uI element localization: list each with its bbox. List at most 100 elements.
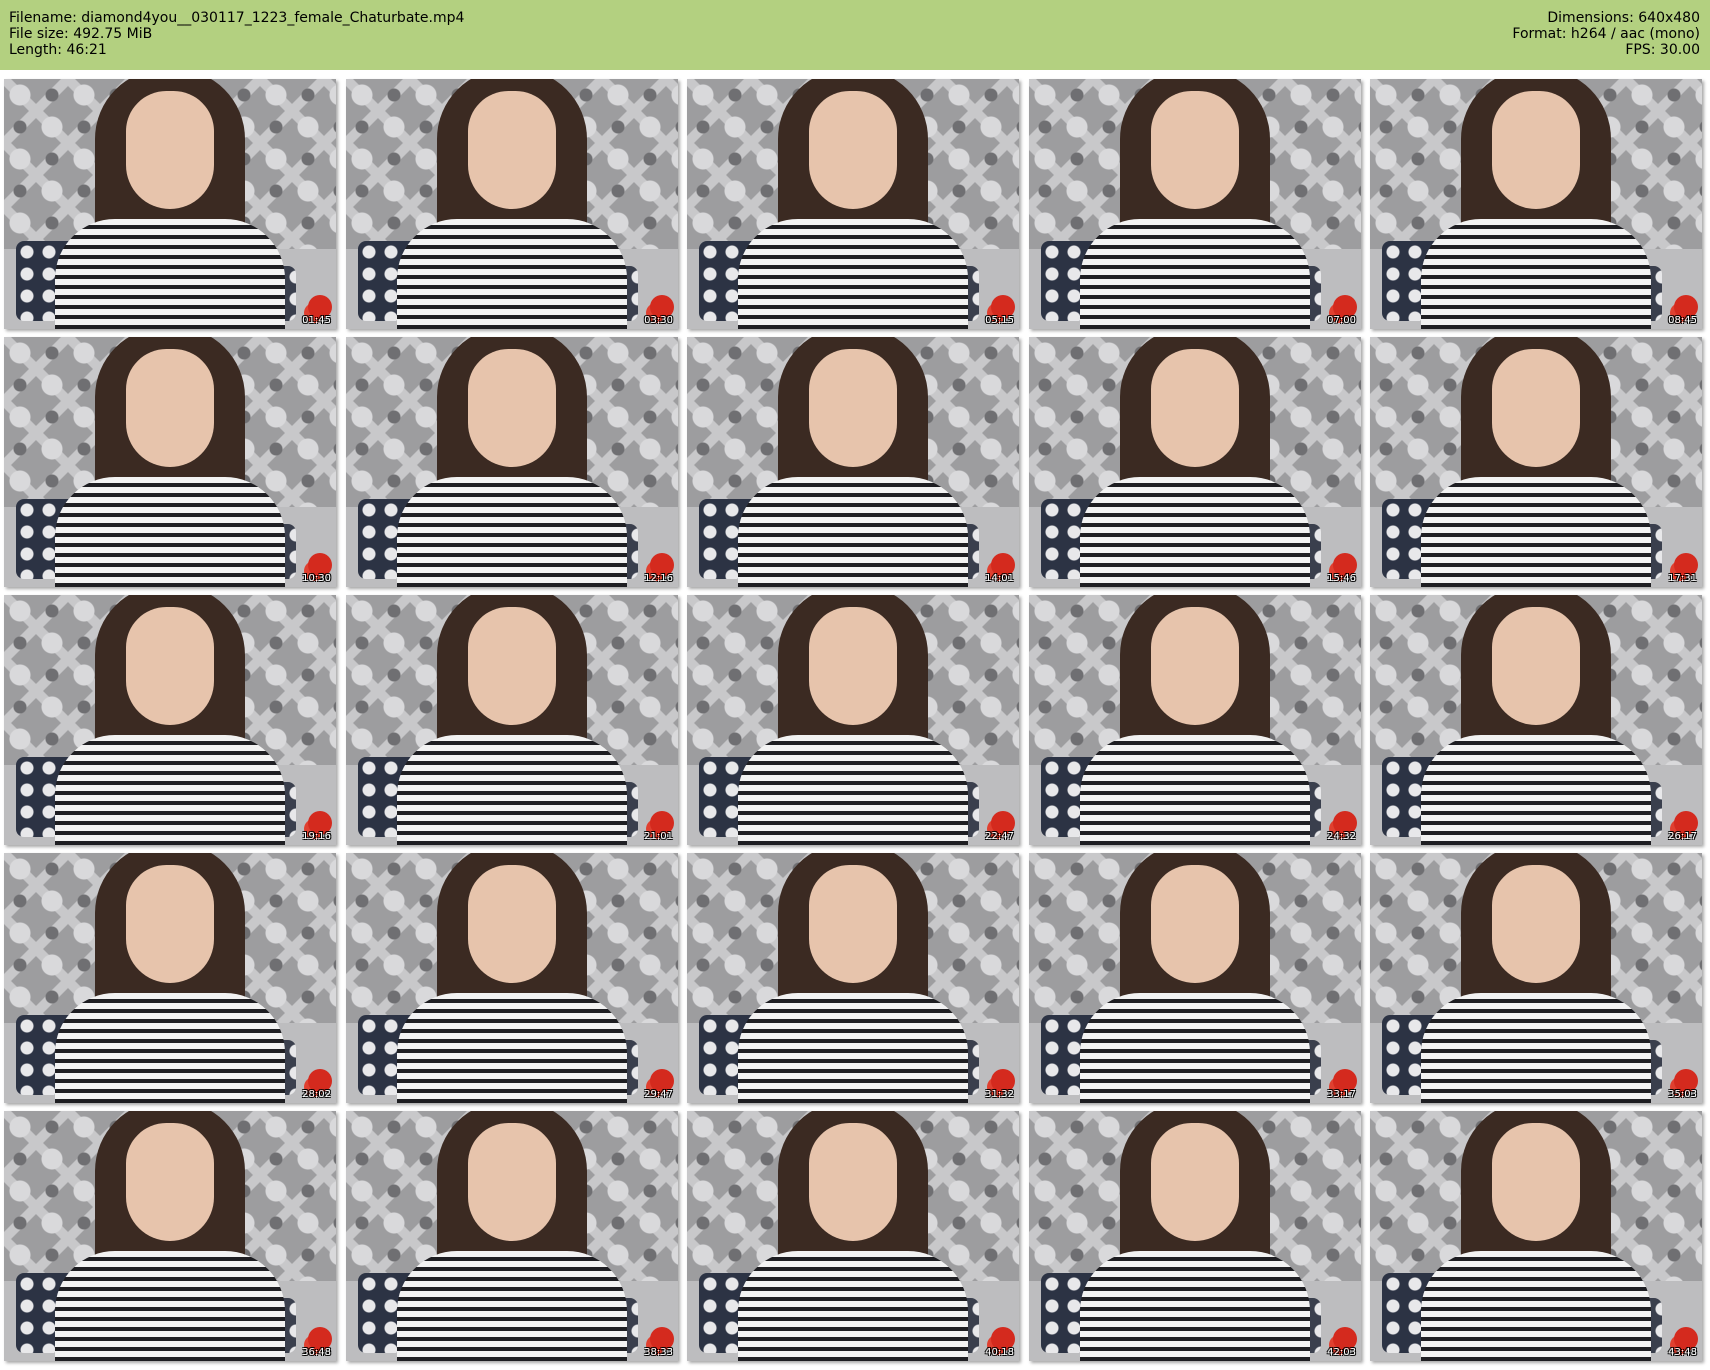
video-thumbnail: 26:17 bbox=[1370, 595, 1702, 845]
striped-top bbox=[738, 477, 968, 587]
filename-text: Filename: diamond4you__030117_1223_femal… bbox=[9, 10, 465, 26]
video-thumbnail: 15:46 bbox=[1029, 337, 1361, 587]
timestamp-label: 19:16 bbox=[302, 831, 331, 842]
face bbox=[1151, 865, 1239, 983]
timestamp-label: 29:47 bbox=[644, 1089, 673, 1100]
striped-top bbox=[1421, 993, 1651, 1103]
format-text: Format: h264 / aac (mono) bbox=[1512, 26, 1700, 42]
striped-top bbox=[1421, 735, 1651, 845]
striped-top bbox=[397, 219, 627, 329]
striped-top bbox=[397, 993, 627, 1103]
timestamp-label: 10:30 bbox=[302, 573, 331, 584]
timestamp-label: 07:00 bbox=[1327, 315, 1356, 326]
video-thumbnail: 14:01 bbox=[687, 337, 1019, 587]
face bbox=[468, 607, 556, 725]
video-thumbnail: 31:32 bbox=[687, 853, 1019, 1103]
timestamp-label: 43:48 bbox=[1668, 1347, 1697, 1358]
face bbox=[468, 349, 556, 467]
video-thumbnail: 29:47 bbox=[346, 853, 678, 1103]
striped-top bbox=[738, 219, 968, 329]
dimensions-text: Dimensions: 640x480 bbox=[1547, 10, 1700, 26]
face bbox=[468, 91, 556, 209]
face bbox=[126, 1123, 214, 1241]
video-thumbnail: 40:18 bbox=[687, 1111, 1019, 1361]
striped-top bbox=[738, 735, 968, 845]
info-header: Filename: diamond4you__030117_1223_femal… bbox=[0, 0, 1710, 70]
striped-top bbox=[738, 993, 968, 1103]
video-thumbnail: 12:16 bbox=[346, 337, 678, 587]
striped-top bbox=[55, 735, 285, 845]
face bbox=[126, 349, 214, 467]
face bbox=[809, 865, 897, 983]
face bbox=[1492, 865, 1580, 983]
striped-top bbox=[55, 219, 285, 329]
video-thumbnail: 01:45 bbox=[4, 79, 336, 329]
face bbox=[468, 865, 556, 983]
video-thumbnail: 17:31 bbox=[1370, 337, 1702, 587]
striped-top bbox=[397, 477, 627, 587]
thumbnail-grid: 01:45 03:30 05:15 07:00 08:45 10:30 12:16 14:01… bbox=[4, 79, 1706, 1366]
striped-top bbox=[1080, 735, 1310, 845]
timestamp-label: 15:46 bbox=[1327, 573, 1356, 584]
video-thumbnail: 38:33 bbox=[346, 1111, 678, 1361]
video-thumbnail: 10:30 bbox=[4, 337, 336, 587]
timestamp-label: 36:48 bbox=[302, 1347, 331, 1358]
striped-top bbox=[397, 735, 627, 845]
video-thumbnail: 28:02 bbox=[4, 853, 336, 1103]
striped-top bbox=[55, 477, 285, 587]
timestamp-label: 33:17 bbox=[1327, 1089, 1356, 1100]
striped-top bbox=[738, 1251, 968, 1361]
face bbox=[1492, 1123, 1580, 1241]
video-thumbnail: 24:32 bbox=[1029, 595, 1361, 845]
timestamp-label: 38:33 bbox=[644, 1347, 673, 1358]
video-thumbnail: 33:17 bbox=[1029, 853, 1361, 1103]
video-thumbnail: 08:45 bbox=[1370, 79, 1702, 329]
video-thumbnail: 19:16 bbox=[4, 595, 336, 845]
stream-info: Dimensions: 640x480 Format: h264 / aac (… bbox=[1512, 10, 1700, 58]
filesize-text: File size: 492.75 MiB bbox=[9, 26, 153, 42]
striped-top bbox=[1080, 219, 1310, 329]
video-thumbnail: 43:48 bbox=[1370, 1111, 1702, 1361]
face bbox=[809, 607, 897, 725]
striped-top bbox=[1421, 477, 1651, 587]
video-thumbnail: 22:47 bbox=[687, 595, 1019, 845]
timestamp-label: 42:03 bbox=[1327, 1347, 1356, 1358]
face bbox=[809, 349, 897, 467]
file-info: Filename: diamond4you__030117_1223_femal… bbox=[9, 10, 464, 58]
face bbox=[126, 607, 214, 725]
video-thumbnail: 05:15 bbox=[687, 79, 1019, 329]
face bbox=[1492, 607, 1580, 725]
timestamp-label: 05:15 bbox=[985, 315, 1014, 326]
striped-top bbox=[1421, 1251, 1651, 1361]
striped-top bbox=[55, 993, 285, 1103]
video-thumbnail: 42:03 bbox=[1029, 1111, 1361, 1361]
video-thumbnail: 21:01 bbox=[346, 595, 678, 845]
timestamp-label: 22:47 bbox=[985, 831, 1014, 842]
face bbox=[1151, 607, 1239, 725]
face bbox=[1151, 91, 1239, 209]
face bbox=[809, 91, 897, 209]
video-thumbnail: 07:00 bbox=[1029, 79, 1361, 329]
timestamp-label: 01:45 bbox=[302, 315, 331, 326]
face bbox=[1492, 91, 1580, 209]
face bbox=[126, 865, 214, 983]
face bbox=[1151, 349, 1239, 467]
length-text: Length: 46:21 bbox=[9, 42, 107, 58]
striped-top bbox=[1080, 477, 1310, 587]
video-thumbnail: 36:48 bbox=[4, 1111, 336, 1361]
video-thumbnail: 35:03 bbox=[1370, 853, 1702, 1103]
timestamp-label: 12:16 bbox=[644, 573, 673, 584]
striped-top bbox=[1080, 1251, 1310, 1361]
face bbox=[1492, 349, 1580, 467]
fps-text: FPS: 30.00 bbox=[1625, 42, 1700, 58]
timestamp-label: 21:01 bbox=[644, 831, 673, 842]
timestamp-label: 31:32 bbox=[985, 1089, 1014, 1100]
striped-top bbox=[1080, 993, 1310, 1103]
face bbox=[1151, 1123, 1239, 1241]
striped-top bbox=[1421, 219, 1651, 329]
timestamp-label: 28:02 bbox=[302, 1089, 331, 1100]
timestamp-label: 03:30 bbox=[644, 315, 673, 326]
timestamp-label: 35:03 bbox=[1668, 1089, 1697, 1100]
video-thumbnail: 03:30 bbox=[346, 79, 678, 329]
timestamp-label: 17:31 bbox=[1668, 573, 1697, 584]
